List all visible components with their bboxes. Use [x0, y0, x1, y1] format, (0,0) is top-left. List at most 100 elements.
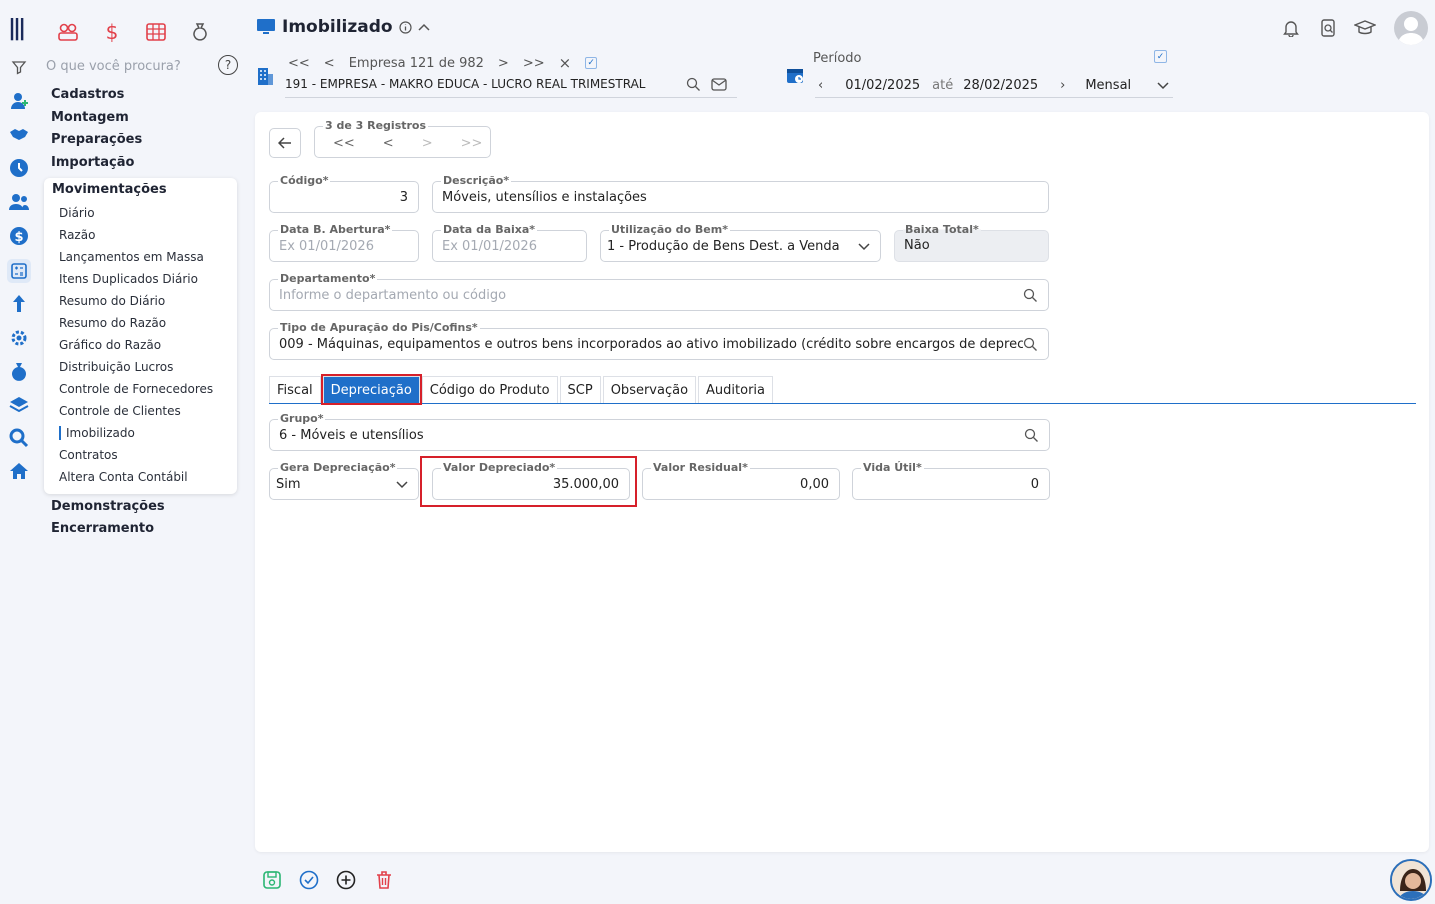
tab-codigo-produto[interactable]: Código do Produto	[421, 376, 558, 403]
submenu-item-contratos[interactable]: Contratos	[59, 448, 118, 462]
period-start[interactable]: 01/02/2025	[845, 78, 920, 93]
menu-importacao[interactable]: Importação	[51, 155, 134, 170]
money-bag-shortcut-icon[interactable]	[188, 20, 212, 44]
tab-depreciacao[interactable]: Depreciação	[320, 374, 422, 405]
dollar-shortcut-icon[interactable]: $	[100, 20, 124, 44]
record-first-button[interactable]: <<	[333, 136, 355, 151]
dollar-icon[interactable]: $	[8, 225, 30, 247]
company-prev-button[interactable]: <	[324, 56, 335, 71]
table-shortcut-icon[interactable]	[144, 20, 168, 44]
data-abertura-field[interactable]: Data B. Abertura* Ex 01/01/2026	[269, 223, 419, 262]
help-icon[interactable]: ?	[218, 55, 238, 75]
company-next-button[interactable]: >	[498, 56, 509, 71]
grupo-field[interactable]: Grupo* 6 - Móveis e utensílios	[269, 412, 1050, 451]
mail-icon[interactable]	[711, 78, 727, 95]
submenu-item-diario[interactable]: Diário	[59, 206, 95, 220]
calendar-icon[interactable]	[786, 66, 804, 88]
people-icon[interactable]	[8, 191, 30, 213]
menu-cadastros[interactable]: Cadastros	[51, 87, 124, 102]
submenu-item-imobilizado[interactable]: Imobilizado	[59, 426, 135, 440]
handshake-icon[interactable]	[8, 123, 30, 145]
menu-demonstracoes[interactable]: Demonstrações	[51, 499, 165, 514]
codigo-field[interactable]: Código* 3	[269, 174, 419, 213]
home-icon[interactable]	[8, 460, 30, 482]
chevron-up-icon[interactable]	[418, 23, 430, 31]
submenu-item-resumo-razao[interactable]: Resumo do Razão	[59, 316, 166, 330]
period-mode[interactable]: Mensal	[1085, 78, 1131, 93]
company-close-button[interactable]: ×	[559, 54, 572, 72]
tab-scp[interactable]: SCP	[559, 376, 601, 403]
departamento-label: Departamento*	[278, 272, 378, 285]
record-pager-label: 3 de 3 Registros	[323, 119, 429, 132]
user-avatar[interactable]	[1394, 11, 1428, 45]
global-search[interactable]: O que você procura?	[10, 56, 240, 76]
period-selector: ‹ 01/02/2025 até 28/02/2025 › Mensal	[815, 74, 1173, 98]
submenu-item-itens-duplicados[interactable]: Itens Duplicados Diário	[59, 272, 198, 286]
submenu-item-razao[interactable]: Razão	[59, 228, 95, 242]
company-search-icon[interactable]	[686, 77, 701, 96]
add-icon[interactable]	[334, 868, 358, 892]
menu-preparacoes[interactable]: Preparações	[51, 132, 142, 147]
tab-observacao[interactable]: Observação	[602, 376, 697, 403]
record-last-button[interactable]: >>	[461, 136, 483, 151]
menu-montagem[interactable]: Montagem	[51, 110, 129, 125]
submenu-item-altera-conta[interactable]: Altera Conta Contábil	[59, 470, 188, 484]
company-counter: Empresa 121 de 982	[348, 55, 484, 71]
valor-residual-field[interactable]: Valor Residual* 0,00	[642, 461, 840, 500]
submenu-item-lancamentos-massa[interactable]: Lançamentos em Massa	[59, 250, 204, 264]
company-last-button[interactable]: >>	[523, 56, 545, 71]
period-end[interactable]: 28/02/2025	[963, 78, 1038, 93]
submenu-item-controle-clientes[interactable]: Controle de Clientes	[59, 404, 181, 418]
company-name[interactable]: 191 - EMPRESA - MAKRO EDUCA - LUCRO REAL…	[285, 77, 737, 98]
menu-encerramento[interactable]: Encerramento	[51, 521, 154, 536]
company-checkbox[interactable]: ✓	[585, 57, 598, 69]
vida-util-field[interactable]: Vida Útil* 0	[852, 461, 1050, 500]
period-next-icon[interactable]: ›	[1060, 78, 1065, 93]
calculator-icon[interactable]	[7, 259, 31, 283]
company-first-button[interactable]: <<	[288, 56, 310, 71]
document-search-icon[interactable]	[1317, 17, 1339, 39]
tipo-apuracao-field[interactable]: Tipo de Apuração do Pis/Cofins* 009 - Má…	[269, 321, 1049, 360]
period-checkbox[interactable]: ✓	[1154, 50, 1167, 63]
utilizacao-select[interactable]: Utilização do Bem* 1 - Produção de Bens …	[600, 223, 881, 262]
data-baixa-placeholder: Ex 01/01/2026	[442, 239, 537, 254]
clock-icon[interactable]	[8, 157, 30, 179]
app-logo[interactable]: |||	[8, 16, 26, 41]
search-icon[interactable]	[1023, 337, 1038, 352]
departamento-field[interactable]: Departamento* Informe o departamento ou …	[269, 272, 1049, 311]
tab-fiscal[interactable]: Fiscal	[269, 376, 321, 403]
baixa-total-label: Baixa Total*	[903, 223, 981, 236]
tab-auditoria[interactable]: Auditoria	[698, 376, 774, 403]
trash-icon[interactable]	[372, 868, 396, 892]
gear-icon[interactable]	[8, 327, 30, 349]
assistant-avatar[interactable]	[1390, 859, 1432, 901]
save-icon[interactable]	[260, 868, 284, 892]
page-title-text: Imobilizado	[282, 17, 393, 37]
descricao-field[interactable]: Descrição* Móveis, utensílios e instalaç…	[432, 174, 1049, 213]
search-icon[interactable]	[1024, 428, 1039, 443]
data-baixa-field[interactable]: Data da Baixa* Ex 01/01/2026	[432, 223, 587, 262]
search-icon[interactable]	[1023, 288, 1038, 303]
gera-depreciacao-select[interactable]: Gera Depreciação* Sim	[269, 461, 419, 500]
menu-movimentacoes[interactable]: Movimentações	[52, 182, 167, 197]
users-plus-icon[interactable]	[8, 90, 30, 112]
chevron-down-icon[interactable]	[1157, 81, 1169, 90]
bell-icon[interactable]	[1280, 17, 1302, 39]
confirm-icon[interactable]	[297, 868, 321, 892]
submenu-item-distribuicao-lucros[interactable]: Distribuição Lucros	[59, 360, 173, 374]
submenu-item-controle-fornecedores[interactable]: Controle de Fornecedores	[59, 382, 213, 396]
info-icon[interactable]	[398, 20, 412, 34]
back-button[interactable]	[269, 128, 301, 158]
period-prev-icon[interactable]: ‹	[818, 78, 823, 93]
record-next-button[interactable]: >	[422, 136, 433, 151]
arrow-up-icon[interactable]	[8, 293, 30, 315]
people-shortcut-icon[interactable]	[56, 20, 80, 44]
graduation-cap-icon[interactable]	[1354, 17, 1376, 39]
layers-icon[interactable]	[8, 394, 30, 416]
record-prev-button[interactable]: <	[383, 136, 394, 151]
money-bag-icon[interactable]	[8, 360, 30, 382]
submenu-item-grafico-razao[interactable]: Gráfico do Razão	[59, 338, 161, 352]
search-input[interactable]: O que você procura?	[46, 59, 181, 74]
search-icon[interactable]	[8, 427, 30, 449]
submenu-item-resumo-diario[interactable]: Resumo do Diário	[59, 294, 165, 308]
